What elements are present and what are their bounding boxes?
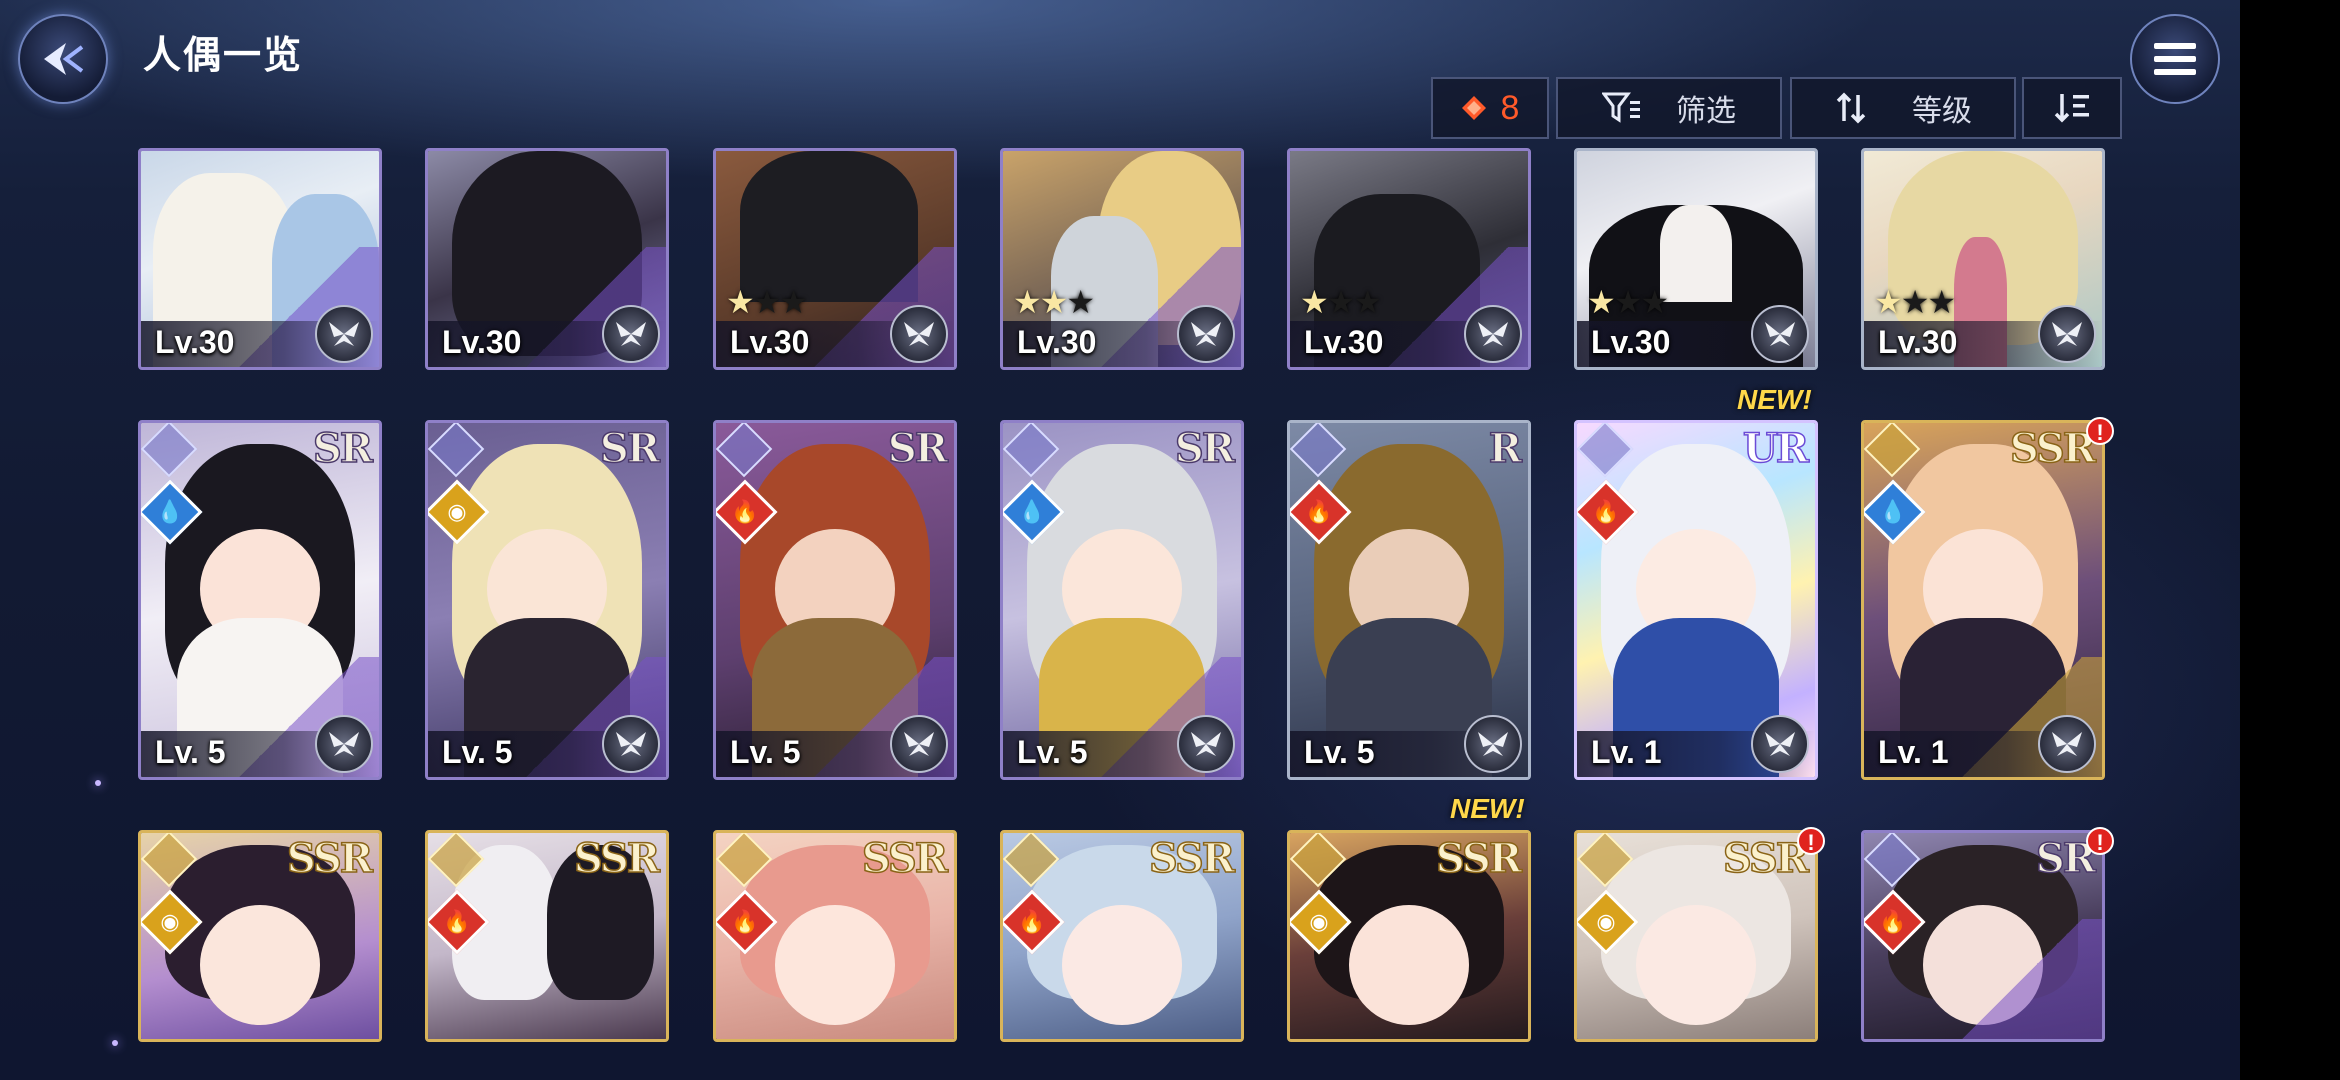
doll-card[interactable]: Lv.30	[138, 148, 382, 370]
doll-card[interactable]: ★★★ Lv.30	[1861, 148, 2105, 370]
rarity-badge: SSR	[1148, 834, 1236, 883]
butterfly-emblem-icon	[602, 305, 660, 363]
filter-button[interactable]: 筛选	[1556, 77, 1782, 139]
doll-card[interactable]: Lv.30	[425, 148, 669, 370]
doll-card[interactable]: SSR 💧 Lv. 1	[1861, 420, 2105, 780]
filter-icon	[1602, 92, 1640, 123]
star-rating: ★★★	[1013, 284, 1095, 320]
card-level: Lv. 1	[1878, 734, 1949, 770]
alert-badge: !	[1797, 827, 1825, 855]
butterfly-emblem-icon	[1464, 715, 1522, 773]
screen-edge-bar	[2240, 0, 2340, 1080]
doll-card[interactable]: SSR 🔥	[1000, 830, 1244, 1042]
sort-arrows-icon	[1836, 92, 1866, 124]
card-level: Lv. 1	[1591, 734, 1662, 770]
card-level: Lv. 5	[1304, 734, 1375, 770]
rarity-badge: SSR	[286, 834, 374, 883]
doll-card[interactable]: SR ◉ Lv. 5	[425, 420, 669, 780]
butterfly-emblem-icon	[1464, 305, 1522, 363]
sparkle-decoration	[112, 1040, 118, 1046]
doll-card[interactable]: SR 🔥 Lv. 5	[713, 420, 957, 780]
sparkle-decoration	[95, 780, 101, 786]
doll-card[interactable]: ★★★ Lv.30	[1574, 148, 1818, 370]
butterfly-emblem-icon	[1751, 305, 1809, 363]
alert-badge: !	[2086, 417, 2114, 445]
card-level: Lv. 5	[442, 734, 513, 770]
diamond-icon	[1461, 96, 1486, 120]
rarity-badge: SSR	[1722, 834, 1810, 883]
back-button[interactable]	[18, 14, 108, 104]
doll-card[interactable]: R 🔥 Lv. 5	[1287, 420, 1531, 780]
sort-descending-icon	[2054, 94, 2089, 123]
doll-card[interactable]: SSR ◉	[1287, 830, 1531, 1042]
butterfly-emblem-icon	[2038, 715, 2096, 773]
rarity-badge: UR	[1742, 424, 1810, 473]
sort-button[interactable]: 等级	[1790, 77, 2016, 139]
star-rating: ★★★	[1587, 284, 1669, 320]
butterfly-emblem-icon	[2038, 305, 2096, 363]
card-level: Lv.30	[1591, 324, 1671, 360]
butterfly-emblem-icon	[890, 305, 948, 363]
currency-counter: 8	[1431, 77, 1549, 139]
doll-card[interactable]: ★★★ Lv.30	[1287, 148, 1531, 370]
filter-label: 筛选	[1676, 95, 1736, 128]
star-rating: ★★★	[726, 284, 808, 320]
doll-card[interactable]: UR 🔥 Lv. 1	[1574, 420, 1818, 780]
card-level: Lv. 5	[730, 734, 801, 770]
doll-card[interactable]: SSR ◉	[138, 830, 382, 1042]
doll-card[interactable]: SR 🔥	[1861, 830, 2105, 1042]
new-tag: NEW!	[1737, 384, 1812, 415]
page-title: 人偶一览	[143, 35, 304, 77]
doll-card[interactable]: ★★★ Lv.30	[713, 148, 957, 370]
card-level: Lv.30	[730, 324, 810, 360]
rarity-badge: SSR	[861, 834, 949, 883]
butterfly-emblem-icon	[315, 715, 373, 773]
back-arrow-icon	[44, 43, 84, 75]
menu-button[interactable]	[2130, 14, 2220, 104]
butterfly-emblem-icon	[890, 715, 948, 773]
screen: 人偶一览 8 筛选 等级 Lv.30 Lv.30 ★★★ Lv.30 ★★★ L…	[0, 0, 2240, 1080]
rarity-badge: SR	[312, 424, 374, 473]
doll-card[interactable]: SR 💧 Lv. 5	[1000, 420, 1244, 780]
new-tag: NEW!	[1450, 793, 1525, 824]
doll-card[interactable]: SSR 🔥	[425, 830, 669, 1042]
rarity-badge: SR	[1174, 424, 1236, 473]
alert-badge: !	[2086, 827, 2114, 855]
card-level: Lv.30	[442, 324, 522, 360]
butterfly-emblem-icon	[602, 715, 660, 773]
currency-count: 8	[1500, 88, 1520, 127]
card-level: Lv. 5	[155, 734, 226, 770]
butterfly-emblem-icon	[1177, 715, 1235, 773]
doll-card[interactable]: SR 💧 Lv. 5	[138, 420, 382, 780]
card-level: Lv. 5	[1017, 734, 1088, 770]
rarity-badge: SSR	[1435, 834, 1523, 883]
star-rating: ★★★	[1874, 284, 1956, 320]
star-rating: ★★★	[1300, 284, 1382, 320]
doll-card[interactable]: SSR 🔥	[713, 830, 957, 1042]
butterfly-emblem-icon	[1177, 305, 1235, 363]
card-level: Lv.30	[1304, 324, 1384, 360]
rarity-badge: SSR	[573, 834, 661, 883]
rarity-badge: SR	[887, 424, 949, 473]
sort-order-button[interactable]	[2022, 77, 2122, 139]
sort-label: 等级	[1912, 95, 1972, 128]
card-level: Lv.30	[1878, 324, 1958, 360]
rarity-badge: R	[1488, 424, 1523, 473]
rarity-badge: SSR	[2009, 424, 2097, 473]
doll-card[interactable]: SSR ◉	[1574, 830, 1818, 1042]
rarity-badge: SR	[599, 424, 661, 473]
doll-card[interactable]: ★★★ Lv.30	[1000, 148, 1244, 370]
hamburger-menu-icon	[2154, 43, 2196, 75]
card-level: Lv.30	[155, 324, 235, 360]
butterfly-emblem-icon	[315, 305, 373, 363]
butterfly-emblem-icon	[1751, 715, 1809, 773]
card-level: Lv.30	[1017, 324, 1097, 360]
